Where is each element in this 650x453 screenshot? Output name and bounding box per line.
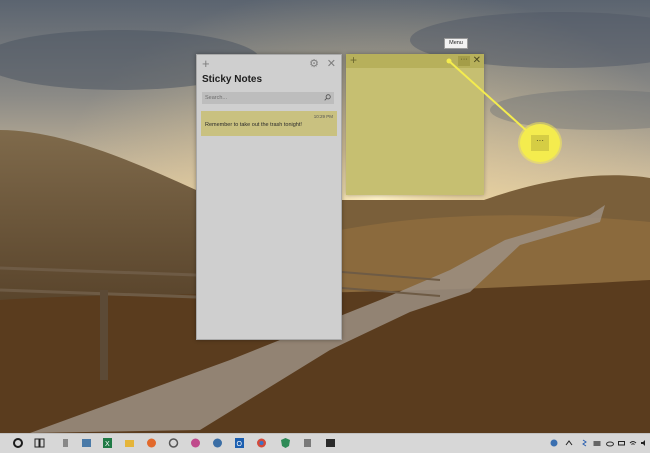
taskbar: X O xyxy=(0,433,650,453)
callout-pointer xyxy=(446,58,529,133)
chrome-icon[interactable] xyxy=(256,437,267,449)
task-view-icon[interactable] xyxy=(34,437,45,449)
callout-menu-icon: ··· xyxy=(531,135,549,151)
outlook-icon[interactable]: O xyxy=(234,437,245,449)
excel-icon[interactable]: X xyxy=(102,437,113,449)
svg-text:O: O xyxy=(237,441,243,448)
photos-icon[interactable] xyxy=(81,437,92,449)
defender-icon[interactable] xyxy=(280,437,291,449)
bluetooth-icon[interactable] xyxy=(580,439,588,447)
wifi-icon[interactable] xyxy=(629,439,637,447)
svg-text:X: X xyxy=(105,441,110,448)
settings-icon[interactable] xyxy=(168,437,179,449)
paint-icon[interactable] xyxy=(190,437,201,449)
snipping-icon[interactable] xyxy=(302,437,313,449)
volume-icon[interactable] xyxy=(640,439,648,447)
network-icon[interactable] xyxy=(550,439,558,447)
firefox-icon[interactable] xyxy=(146,437,157,449)
file-explorer-icon[interactable] xyxy=(124,437,135,449)
terminal-icon[interactable] xyxy=(325,437,336,449)
battery-icon[interactable] xyxy=(618,439,626,447)
onedrive-icon[interactable] xyxy=(606,439,614,447)
start-icon[interactable] xyxy=(13,438,23,448)
folder-icon[interactable] xyxy=(593,439,601,447)
sticky-notes-icon[interactable] xyxy=(60,437,71,449)
chevron-up-icon[interactable] xyxy=(565,439,573,447)
edge-icon[interactable] xyxy=(212,437,223,449)
